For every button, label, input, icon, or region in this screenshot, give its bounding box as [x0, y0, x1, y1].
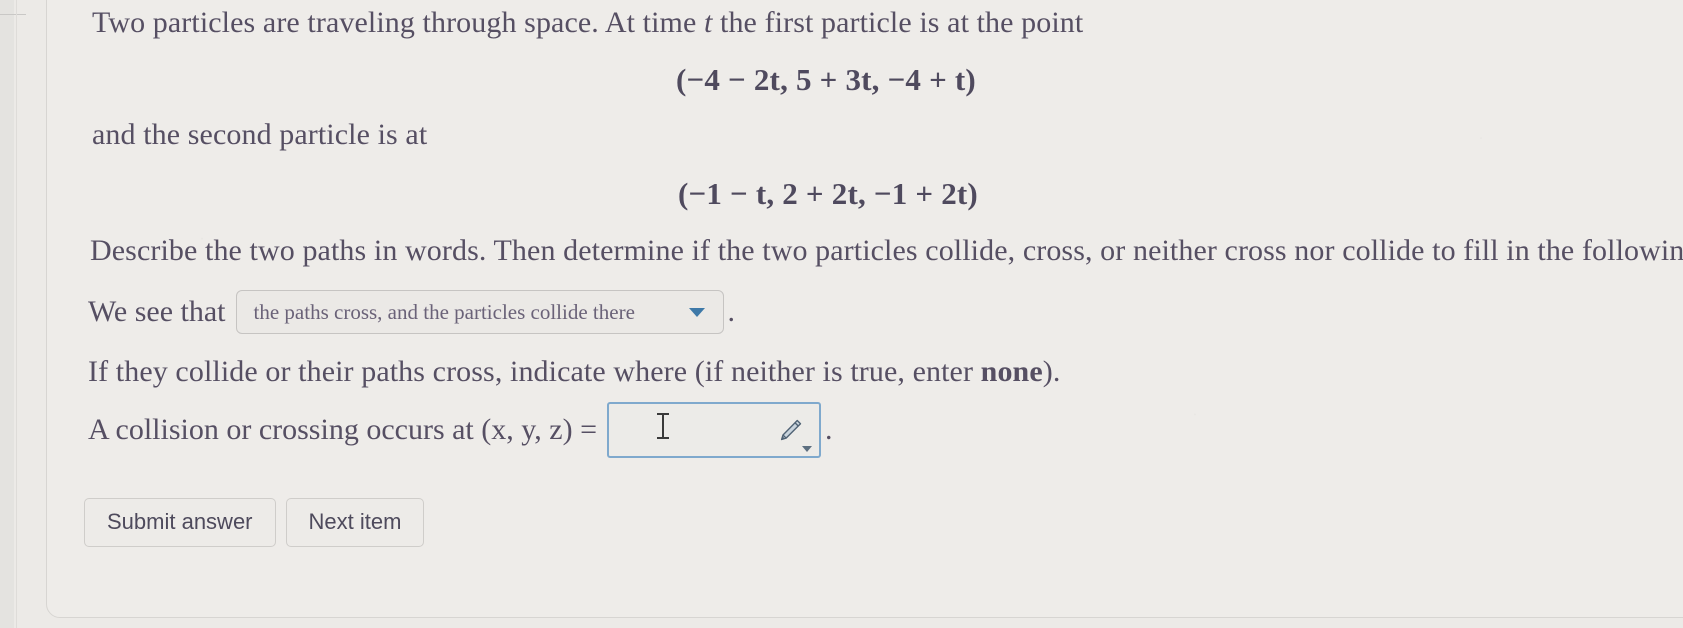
answer-row-dropdown: We see that the paths cross, and the par… [88, 290, 735, 334]
page-edge-rule-horizontal [0, 14, 26, 15]
line-5-part-a: If they collide or their paths cross, in… [88, 355, 981, 388]
page-edge-rule-vertical [16, 0, 17, 628]
chevron-down-icon [688, 307, 705, 317]
dropdown-selected-value: the paths cross, and the particles colli… [253, 299, 635, 324]
display-math-first-particle: (−4 − 2t, 5 + 3t, −4 + t) [676, 62, 976, 97]
action-button-row: Submit answer Next item [84, 498, 425, 547]
problem-statement-line-5: If they collide or their paths cross, in… [88, 355, 1060, 390]
paths-outcome-dropdown[interactable]: the paths cross, and the particles colli… [235, 290, 724, 334]
question-screen: Two particles are traveling through spac… [0, 0, 1683, 628]
next-item-button[interactable]: Next item [285, 498, 425, 547]
answer-row-coordinate: A collision or crossing occurs at (x, y,… [88, 402, 833, 458]
problem-statement-line-1: Two particles are traveling through spac… [92, 6, 1083, 41]
sentence-period-1: . [727, 295, 736, 328]
collision-point-label: A collision or crossing occurs at (x, y,… [88, 413, 598, 446]
page-edge-strip-outer [0, 0, 15, 628]
sentence-period-2: . [825, 413, 833, 446]
we-see-that-label: We see that [88, 295, 226, 328]
problem-statement-line-2: and the second particle is at [92, 118, 428, 151]
text-ibeam-cursor [657, 413, 670, 439]
submit-answer-button[interactable]: Submit answer [84, 498, 276, 547]
display-math-second-particle: (−1 − t, 2 + 2t, −1 + 2t) [678, 176, 978, 211]
problem-statement-line-3: Describe the two paths in words. Then de… [90, 234, 1683, 267]
line-5-part-b: ). [1042, 355, 1061, 388]
coordinate-answer-input[interactable] [607, 402, 822, 458]
pencil-icon[interactable] [775, 416, 805, 446]
none-keyword: none [980, 355, 1043, 388]
chevron-down-icon[interactable] [802, 446, 813, 452]
problem-line-1-part-a: Two particles are traveling through spac… [92, 6, 704, 39]
problem-content: Two particles are traveling through spac… [84, 0, 1683, 628]
problem-line-1-part-b: the first particle is at the point [712, 6, 1084, 39]
